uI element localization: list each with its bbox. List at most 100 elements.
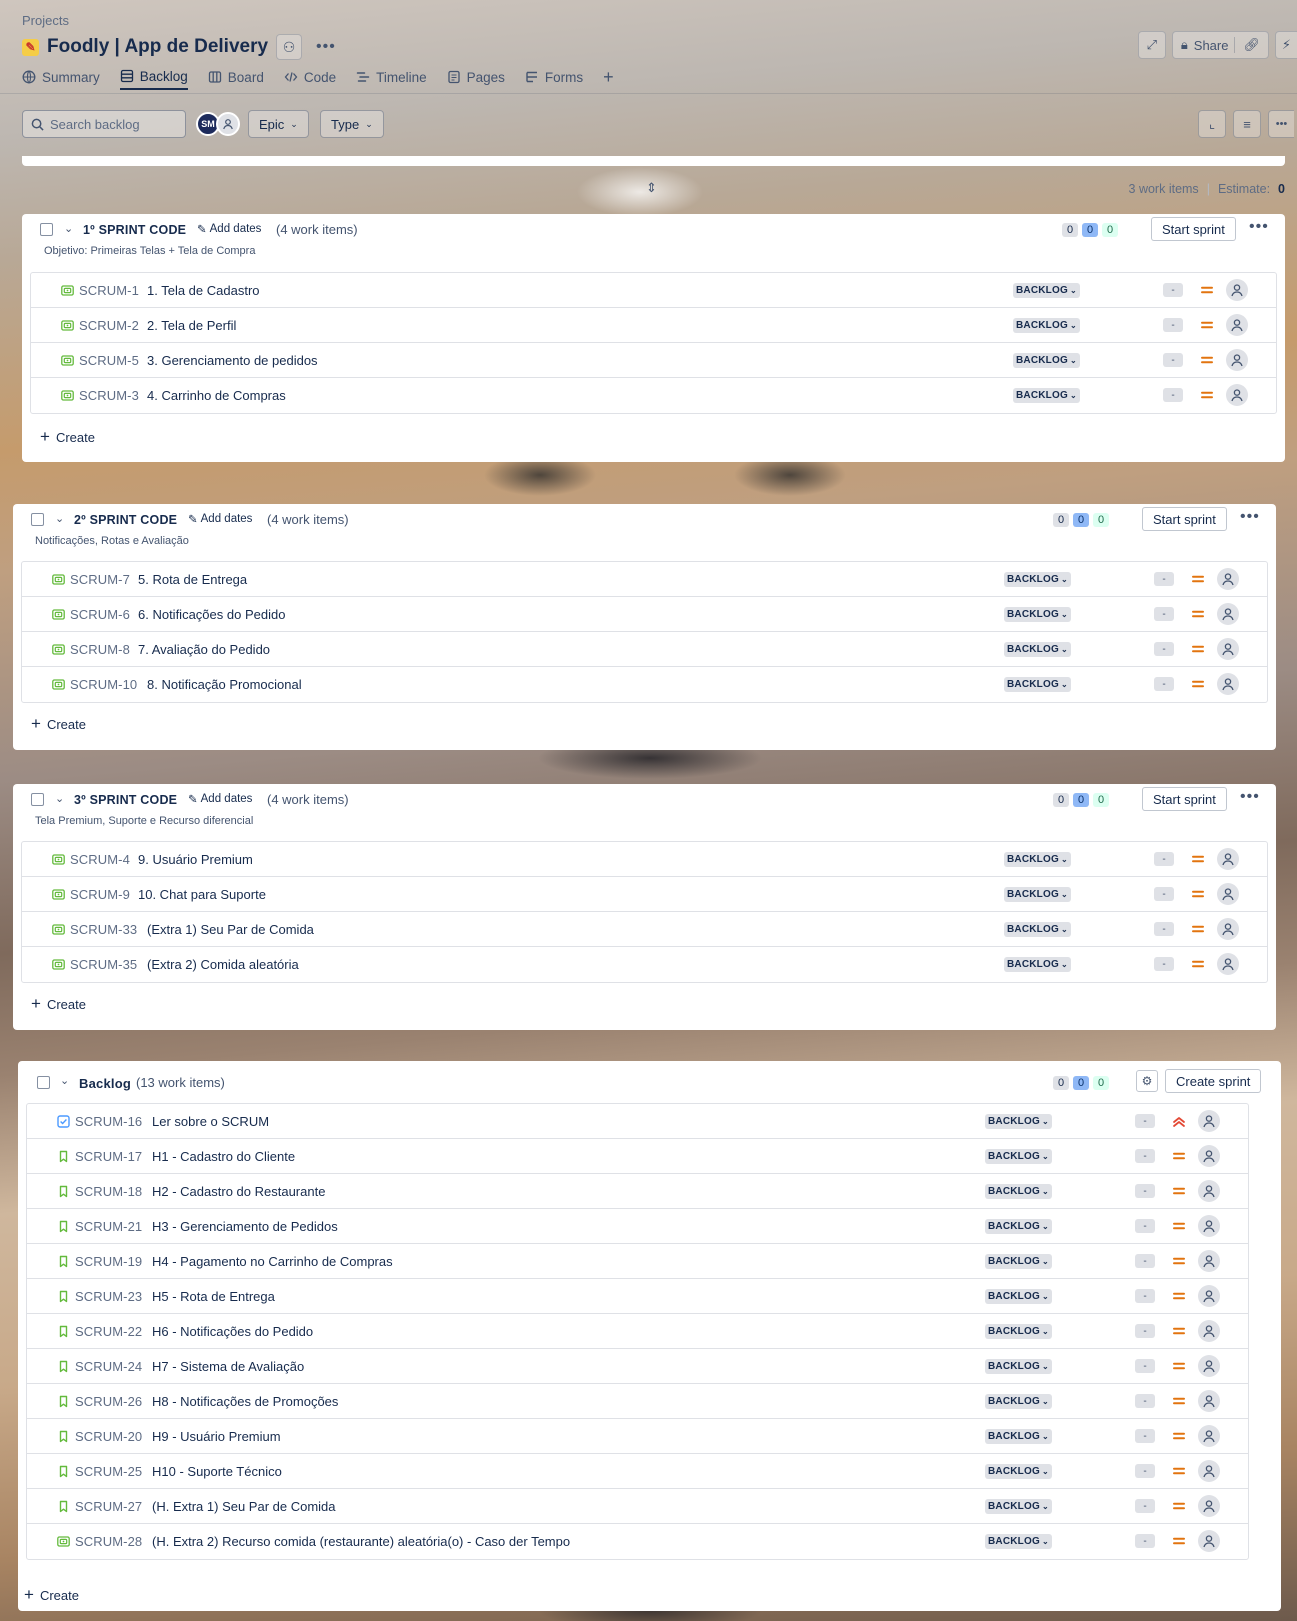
assignee-avatar[interactable] [1217, 953, 1239, 975]
assignee-avatar[interactable] [1198, 1180, 1220, 1202]
priority-medium-icon[interactable] [1171, 1428, 1187, 1444]
team-button[interactable]: ⚇ [276, 34, 303, 60]
work-item-key[interactable]: SCRUM-19 [75, 1254, 142, 1269]
add-tab-button[interactable]: + [603, 68, 614, 90]
work-item-summary[interactable]: (Extra 2) Comida aleatória [147, 957, 299, 972]
status-dropdown[interactable]: BACKLOG ⌄ [1004, 887, 1071, 902]
assignee-avatar[interactable] [1198, 1495, 1220, 1517]
status-dropdown[interactable]: BACKLOG ⌄ [985, 1324, 1052, 1339]
priority-medium-icon[interactable] [1171, 1498, 1187, 1514]
status-dropdown[interactable]: BACKLOG ⌄ [1004, 677, 1071, 692]
estimate-badge[interactable]: - [1135, 1534, 1155, 1548]
chevron-down-icon[interactable]: ⌄ [55, 512, 64, 525]
backlog-settings-button[interactable]: ⚙ [1136, 1070, 1158, 1092]
status-dropdown[interactable]: BACKLOG ⌄ [985, 1219, 1052, 1234]
status-dropdown[interactable]: BACKLOG ⌄ [1013, 318, 1080, 333]
status-dropdown[interactable]: BACKLOG ⌄ [1013, 388, 1080, 403]
assignee-avatar[interactable] [1217, 568, 1239, 590]
tab-timeline[interactable]: Timeline [356, 68, 427, 90]
status-dropdown[interactable]: BACKLOG ⌄ [1004, 642, 1071, 657]
chevron-down-icon[interactable]: ⌄ [64, 222, 73, 235]
work-item-summary[interactable]: H1 - Cadastro do Cliente [152, 1149, 295, 1164]
work-item-key[interactable]: SCRUM-4 [70, 852, 130, 867]
status-dropdown[interactable]: BACKLOG ⌄ [1004, 852, 1071, 867]
work-item-row[interactable]: SCRUM-4 9. Usuário Premium BACKLOG ⌄ - [22, 842, 1267, 877]
work-item-row[interactable]: SCRUM-19 H4 - Pagamento no Carrinho de Co… [27, 1244, 1248, 1279]
assignee-avatar[interactable] [1226, 314, 1248, 336]
priority-medium-icon[interactable] [1171, 1148, 1187, 1164]
work-item-summary[interactable]: 5. Rota de Entrega [138, 572, 247, 587]
breadcrumb[interactable]: Projects [22, 13, 69, 28]
assignee-avatar[interactable] [1198, 1355, 1220, 1377]
sprint-checkbox[interactable] [31, 513, 44, 526]
work-item-summary[interactable]: (H. Extra 1) Seu Par de Comida [152, 1499, 336, 1514]
search-box[interactable] [22, 110, 186, 138]
priority-medium-icon[interactable] [1190, 956, 1206, 972]
estimate-badge[interactable]: - [1135, 1114, 1155, 1128]
work-item-key[interactable]: SCRUM-21 [75, 1219, 142, 1234]
priority-medium-icon[interactable] [1199, 282, 1215, 298]
work-item-summary[interactable]: (Extra 1) Seu Par de Comida [147, 922, 314, 937]
tab-code[interactable]: Code [284, 68, 336, 90]
tab-summary[interactable]: Summary [22, 68, 100, 90]
work-item-row[interactable]: SCRUM-17 H1 - Cadastro do Cliente BACKLOG ⌄… [27, 1139, 1248, 1174]
estimate-badge[interactable]: - [1135, 1254, 1155, 1268]
project-more-icon[interactable]: ••• [310, 38, 342, 56]
work-item-row[interactable]: SCRUM-9 10. Chat para Suporte BACKLOG ⌄ - [22, 877, 1267, 912]
priority-medium-icon[interactable] [1171, 1463, 1187, 1479]
work-item-summary[interactable]: 1. Tela de Cadastro [147, 283, 260, 298]
work-item-key[interactable]: SCRUM-9 [70, 887, 130, 902]
work-item-key[interactable]: SCRUM-5 [79, 353, 139, 368]
assignee-avatar[interactable] [1198, 1425, 1220, 1447]
expand-button[interactable]: ⤢ [1137, 31, 1166, 59]
work-item-row[interactable]: SCRUM-22 H6 - Notificações do Pedido BACKL… [27, 1314, 1248, 1349]
work-item-key[interactable]: SCRUM-25 [75, 1464, 142, 1479]
estimate-badge[interactable]: - [1135, 1324, 1155, 1338]
status-dropdown[interactable]: BACKLOG ⌄ [985, 1359, 1052, 1374]
work-item-row[interactable]: SCRUM-25 H10 - Suporte Técnico BACKLOG ⌄ - [27, 1454, 1248, 1489]
work-item-summary[interactable]: H4 - Pagamento no Carrinho de Compras [152, 1254, 393, 1269]
assignee-avatar[interactable] [1226, 279, 1248, 301]
status-dropdown[interactable]: BACKLOG ⌄ [1004, 572, 1071, 587]
tab-pages[interactable]: Pages [447, 68, 505, 90]
work-item-summary[interactable]: 2. Tela de Perfil [147, 318, 236, 333]
status-dropdown[interactable]: BACKLOG ⌄ [985, 1184, 1052, 1199]
work-item-key[interactable]: SCRUM-28 [75, 1534, 142, 1549]
work-item-key[interactable]: SCRUM-35 [70, 957, 137, 972]
sprint-name[interactable]: 1º SPRINT CODE [83, 223, 186, 237]
work-item-key[interactable]: SCRUM-10 [70, 677, 137, 692]
work-item-key[interactable]: SCRUM-24 [75, 1359, 142, 1374]
status-dropdown[interactable]: BACKLOG ⌄ [985, 1149, 1052, 1164]
sprint-more-icon[interactable]: ••• [1249, 218, 1269, 236]
work-item-summary[interactable]: 4. Carrinho de Compras [147, 388, 286, 403]
work-item-row[interactable]: SCRUM-16 Ler sobre o SCRUM BACKLOG ⌄ - [27, 1104, 1248, 1139]
estimate-badge[interactable]: - [1135, 1429, 1155, 1443]
sprint-more-icon[interactable]: ••• [1240, 508, 1260, 526]
work-item-row[interactable]: SCRUM-18 H2 - Cadastro do Restaurante BACK… [27, 1174, 1248, 1209]
sprint-checkbox[interactable] [31, 793, 44, 806]
priority-medium-icon[interactable] [1171, 1288, 1187, 1304]
assignee-avatar[interactable] [1198, 1215, 1220, 1237]
epic-filter[interactable]: Epic ⌄ [248, 110, 309, 138]
sprint-more-icon[interactable]: ••• [1240, 788, 1260, 806]
estimate-badge[interactable]: - [1154, 607, 1174, 621]
work-item-row[interactable]: SCRUM-21 H3 - Gerenciamento de Pedidos BAC… [27, 1209, 1248, 1244]
toolbar-more-button[interactable]: ••• [1268, 110, 1294, 138]
status-dropdown[interactable]: BACKLOG ⌄ [1013, 353, 1080, 368]
work-item-row[interactable]: SCRUM-23 H5 - Rota de Entrega BACKLOG ⌄ - [27, 1279, 1248, 1314]
priority-medium-icon[interactable] [1171, 1533, 1187, 1549]
assignee-avatar[interactable] [1198, 1285, 1220, 1307]
assignee-avatar[interactable] [1198, 1110, 1220, 1132]
status-dropdown[interactable]: BACKLOG ⌄ [985, 1534, 1052, 1549]
sprint-checkbox[interactable] [40, 223, 53, 236]
work-item-key[interactable]: SCRUM-7 [70, 572, 130, 587]
start-sprint-button[interactable]: Start sprint [1151, 217, 1236, 241]
assignee-avatar[interactable] [1217, 673, 1239, 695]
estimate-badge[interactable]: - [1163, 318, 1183, 332]
work-item-row[interactable]: SCRUM-24 H7 - Sistema de Avaliação BACKLOG… [27, 1349, 1248, 1384]
priority-medium-icon[interactable] [1190, 886, 1206, 902]
backlog-checkbox[interactable] [37, 1076, 50, 1089]
priority-medium-icon[interactable] [1171, 1323, 1187, 1339]
search-input[interactable] [50, 116, 180, 132]
work-item-summary[interactable]: H7 - Sistema de Avaliação [152, 1359, 304, 1374]
